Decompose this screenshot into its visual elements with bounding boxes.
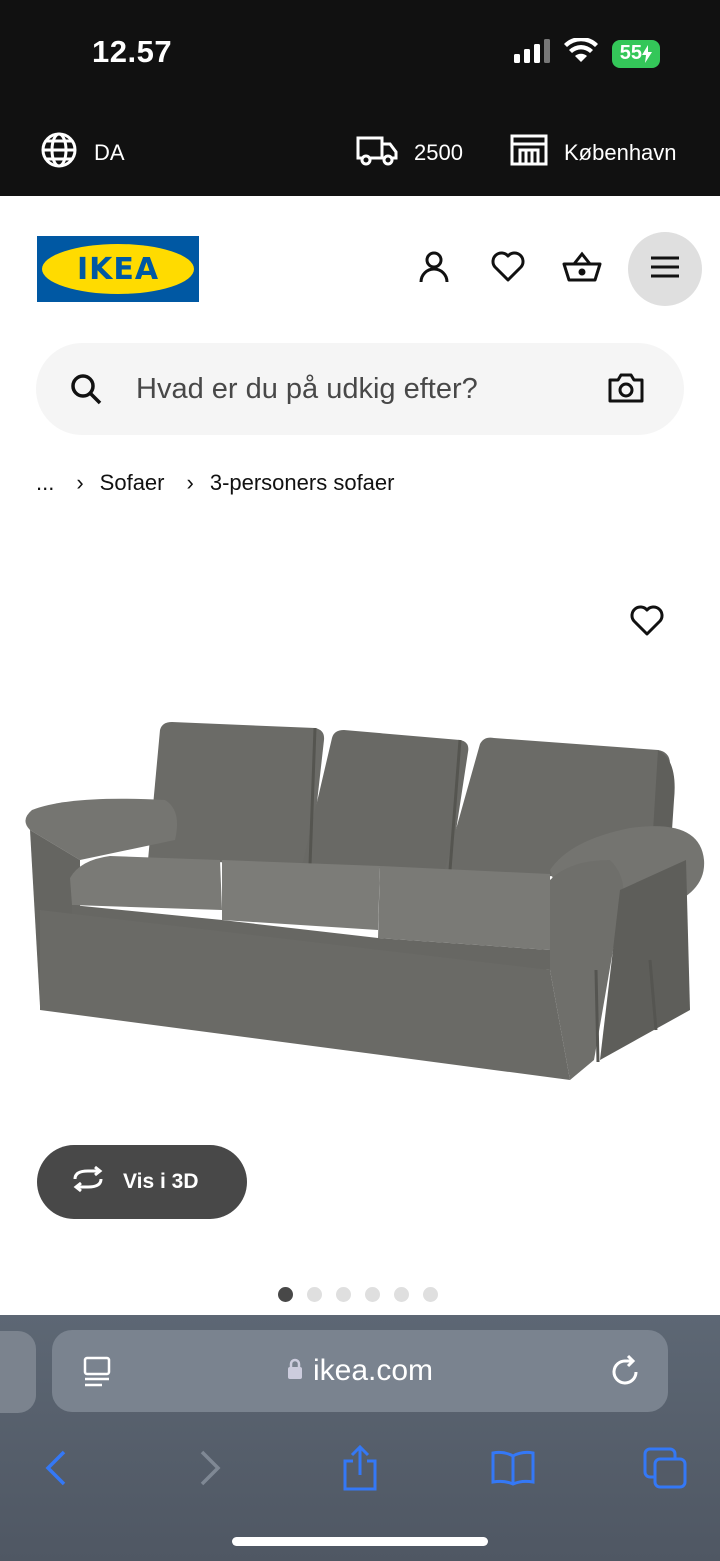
lock-icon	[287, 1354, 303, 1388]
language-selector[interactable]: DA	[40, 110, 125, 196]
tabs-button[interactable]	[640, 1435, 690, 1505]
chevron-right-icon: ›	[186, 470, 194, 495]
bookmarks-button[interactable]	[488, 1435, 538, 1505]
language-label: DA	[94, 140, 125, 165]
home-indicator[interactable]	[232, 1537, 488, 1546]
view-in-3d-button[interactable]: Vis i 3D	[37, 1145, 247, 1219]
back-button[interactable]	[38, 1435, 74, 1505]
account-button[interactable]	[406, 232, 462, 306]
battery-indicator: 55	[611, 39, 660, 68]
logo-oval: IKEA	[42, 244, 194, 294]
gallery-dot-4[interactable]	[365, 1287, 380, 1302]
share-icon	[341, 1444, 379, 1496]
camera-icon[interactable]	[608, 372, 644, 409]
basket-icon	[562, 250, 602, 289]
store-icon	[510, 134, 548, 172]
add-to-favourites-button[interactable]	[620, 596, 674, 650]
gallery-dot-2[interactable]	[307, 1287, 322, 1302]
bookmarks-icon	[490, 1450, 536, 1491]
url-display: ikea.com	[52, 1330, 668, 1412]
user-icon	[417, 250, 451, 289]
gallery-pagination	[278, 1287, 438, 1302]
breadcrumb-item-3-personers-sofaer[interactable]: 3-personers sofaer	[210, 470, 395, 496]
back-icon	[45, 1450, 67, 1491]
url-text: ikea.com	[312, 1354, 434, 1387]
favourites-button[interactable]	[480, 232, 536, 306]
signal-icon	[513, 39, 550, 68]
search-icon[interactable]	[70, 373, 102, 410]
status-bar: 12.57 55	[0, 0, 720, 110]
rotate-3d-icon	[69, 1165, 107, 1199]
system-icons: 55	[513, 36, 660, 69]
gallery-dot-3[interactable]	[336, 1287, 351, 1302]
postal-code-label: 2500	[414, 140, 463, 165]
delivery-postal-code[interactable]: 2500	[356, 110, 463, 196]
forward-icon	[199, 1450, 221, 1491]
browser-toolbar	[0, 1435, 720, 1505]
search-bar	[36, 343, 684, 435]
site-header: IKEA	[0, 196, 720, 342]
breadcrumb-ellipsis[interactable]: ...	[36, 470, 54, 496]
globe-icon	[40, 131, 78, 175]
previous-tab-peek[interactable]	[0, 1331, 36, 1413]
address-bar[interactable]: ikea.com	[52, 1330, 668, 1412]
location-info-bar: DA 2500 København	[0, 110, 720, 196]
forward-button[interactable]	[192, 1435, 228, 1505]
chevron-right-icon: ›	[76, 470, 84, 495]
battery-level: 55	[619, 42, 642, 64]
logo-text: IKEA	[76, 251, 160, 287]
product-image-sofa[interactable]	[10, 710, 710, 1095]
hamburger-menu-icon	[649, 255, 681, 284]
truck-icon	[356, 134, 398, 172]
menu-button[interactable]	[628, 232, 702, 306]
reload-icon[interactable]	[610, 1354, 642, 1393]
store-label: København	[564, 140, 677, 165]
gallery-dot-1[interactable]	[278, 1287, 293, 1302]
breadcrumb: ... › Sofaer › 3-personers sofaer	[36, 470, 394, 496]
heart-icon	[491, 251, 525, 288]
search-input[interactable]	[136, 343, 596, 435]
share-button[interactable]	[338, 1435, 382, 1505]
store-selector[interactable]: København	[510, 110, 677, 196]
product-gallery: Vis i 3D	[0, 540, 720, 1315]
breadcrumb-item-sofaer[interactable]: Sofaer	[100, 470, 165, 496]
basket-button[interactable]	[554, 232, 610, 306]
header-actions	[406, 232, 702, 306]
heart-icon	[630, 605, 664, 642]
ikea-logo[interactable]: IKEA	[37, 236, 199, 302]
wifi-icon	[563, 36, 598, 69]
gallery-dot-6[interactable]	[423, 1287, 438, 1302]
charging-icon	[642, 44, 652, 63]
gallery-dot-5[interactable]	[394, 1287, 409, 1302]
status-time: 12.57	[92, 34, 173, 69]
view-in-3d-label: Vis i 3D	[123, 1170, 199, 1193]
safari-browser-chrome: ikea.com	[0, 1315, 720, 1561]
tabs-icon	[643, 1447, 687, 1494]
